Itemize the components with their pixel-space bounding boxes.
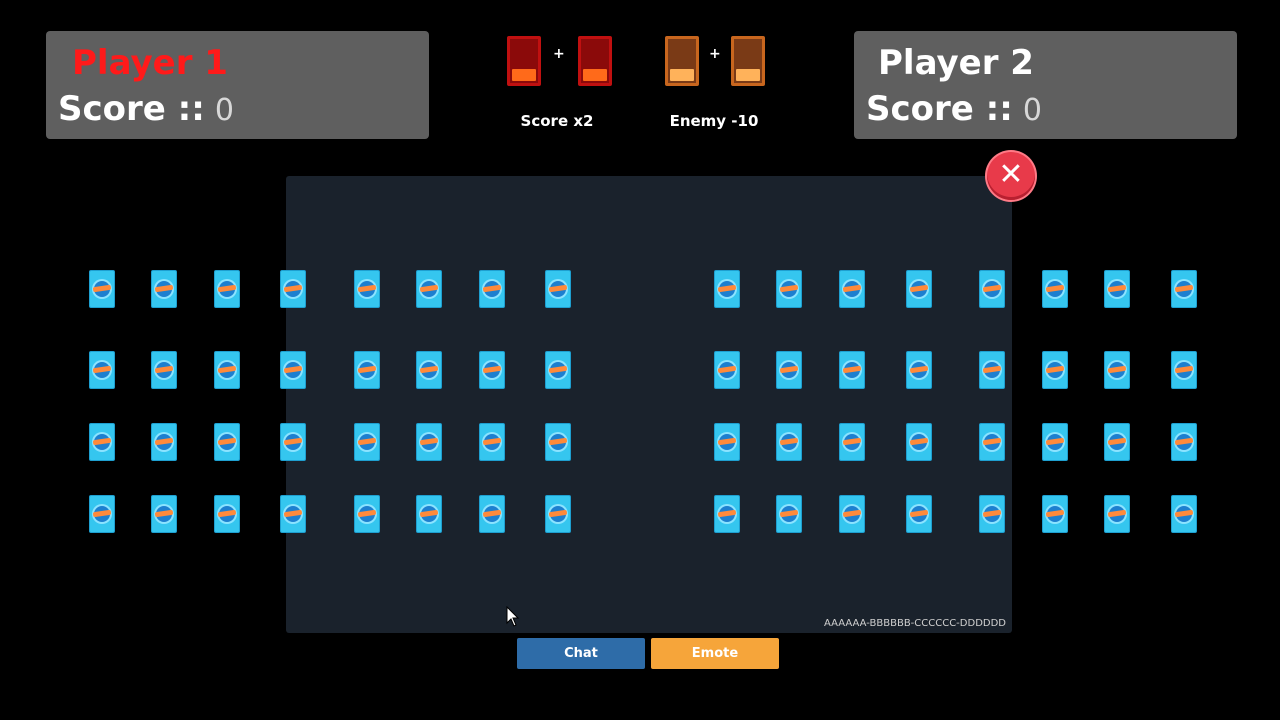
face-down-card[interactable] <box>776 351 802 389</box>
face-down-card[interactable] <box>354 423 380 461</box>
red-combo-card-icon <box>507 36 541 86</box>
face-down-card[interactable] <box>906 270 932 308</box>
face-down-card[interactable] <box>214 423 240 461</box>
combo-label: Score x2 <box>520 112 594 130</box>
player1-name: Player 1 <box>72 43 228 83</box>
brown-combo-card-icon <box>731 36 765 86</box>
face-down-card[interactable] <box>280 423 306 461</box>
face-down-card[interactable] <box>151 270 177 308</box>
player2-score-label: Score :: <box>866 89 1013 129</box>
face-down-card[interactable] <box>906 423 932 461</box>
face-down-card[interactable] <box>1042 351 1068 389</box>
combo-label: Enemy -10 <box>669 112 759 130</box>
face-down-card[interactable] <box>906 351 932 389</box>
face-down-card[interactable] <box>979 495 1005 533</box>
face-down-card[interactable] <box>479 351 505 389</box>
player2-score-line: Score :: 0 <box>866 89 1042 135</box>
face-down-card[interactable] <box>545 423 571 461</box>
face-down-card[interactable] <box>839 351 865 389</box>
face-down-card[interactable] <box>1171 351 1197 389</box>
face-down-card[interactable] <box>214 351 240 389</box>
face-down-card[interactable] <box>214 495 240 533</box>
game-code: AAAAAA-BBBBBB-CCCCCC-DDDDDD <box>824 618 1006 629</box>
face-down-card[interactable] <box>151 423 177 461</box>
face-down-card[interactable] <box>280 495 306 533</box>
face-down-card[interactable] <box>354 495 380 533</box>
face-down-card[interactable] <box>714 495 740 533</box>
face-down-card[interactable] <box>979 423 1005 461</box>
close-icon: ✕ <box>998 157 1024 192</box>
face-down-card[interactable] <box>714 351 740 389</box>
face-down-card[interactable] <box>416 495 442 533</box>
face-down-card[interactable] <box>1042 423 1068 461</box>
face-down-card[interactable] <box>416 423 442 461</box>
face-down-card[interactable] <box>1171 495 1197 533</box>
face-down-card[interactable] <box>479 270 505 308</box>
face-down-card[interactable] <box>1042 495 1068 533</box>
plus-icon: + <box>709 46 721 62</box>
player1-score-line: Score :: 0 <box>58 89 234 135</box>
face-down-card[interactable] <box>89 495 115 533</box>
face-down-card[interactable] <box>839 495 865 533</box>
face-down-card[interactable] <box>280 270 306 308</box>
face-down-card[interactable] <box>776 495 802 533</box>
face-down-card[interactable] <box>416 351 442 389</box>
player2-name: Player 2 <box>878 43 1034 83</box>
player1-score-panel: Player 1 Score :: 0 <box>46 31 429 139</box>
face-down-card[interactable] <box>714 423 740 461</box>
face-down-card[interactable] <box>839 423 865 461</box>
chat-button[interactable]: Chat <box>517 638 645 669</box>
emote-button[interactable]: Emote <box>651 638 779 669</box>
face-down-card[interactable] <box>1104 351 1130 389</box>
face-down-card[interactable] <box>714 270 740 308</box>
face-down-card[interactable] <box>1042 270 1068 308</box>
face-down-card[interactable] <box>1104 423 1130 461</box>
face-down-card[interactable] <box>479 495 505 533</box>
face-down-card[interactable] <box>776 270 802 308</box>
face-down-card[interactable] <box>545 270 571 308</box>
close-button[interactable]: ✕ <box>987 152 1035 200</box>
face-down-card[interactable] <box>151 495 177 533</box>
face-down-card[interactable] <box>1171 270 1197 308</box>
face-down-card[interactable] <box>1104 495 1130 533</box>
face-down-card[interactable] <box>979 270 1005 308</box>
red-combo-card-icon <box>578 36 612 86</box>
face-down-card[interactable] <box>280 351 306 389</box>
face-down-card[interactable] <box>906 495 932 533</box>
face-down-card[interactable] <box>776 423 802 461</box>
face-down-card[interactable] <box>354 351 380 389</box>
face-down-card[interactable] <box>354 270 380 308</box>
face-down-card[interactable] <box>416 270 442 308</box>
face-down-card[interactable] <box>545 495 571 533</box>
game-board: AAAAAA-BBBBBB-CCCCCC-DDDDDD <box>286 176 1012 633</box>
player1-score-label: Score :: <box>58 89 205 129</box>
player1-score-value: 0 <box>214 93 234 128</box>
face-down-card[interactable] <box>89 423 115 461</box>
face-down-card[interactable] <box>89 270 115 308</box>
face-down-card[interactable] <box>839 270 865 308</box>
mouse-cursor-icon <box>506 606 520 627</box>
plus-icon: + <box>553 46 565 62</box>
face-down-card[interactable] <box>89 351 115 389</box>
player2-score-value: 0 <box>1022 93 1042 128</box>
face-down-card[interactable] <box>979 351 1005 389</box>
face-down-card[interactable] <box>479 423 505 461</box>
face-down-card[interactable] <box>214 270 240 308</box>
face-down-card[interactable] <box>1171 423 1197 461</box>
face-down-card[interactable] <box>151 351 177 389</box>
player2-score-panel: Player 2 Score :: 0 <box>854 31 1237 139</box>
face-down-card[interactable] <box>545 351 571 389</box>
face-down-card[interactable] <box>1104 270 1130 308</box>
brown-combo-card-icon <box>665 36 699 86</box>
